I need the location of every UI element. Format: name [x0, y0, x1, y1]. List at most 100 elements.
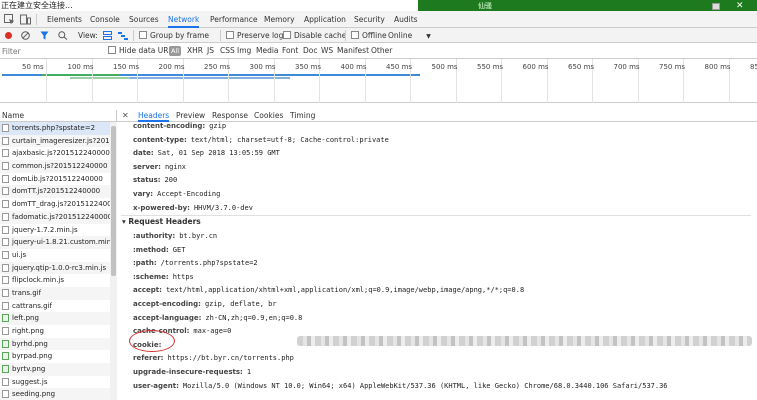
file-icon	[2, 174, 9, 183]
tab-memory[interactable]: Memory	[264, 11, 295, 28]
close-icon[interactable]: ✕	[122, 110, 129, 122]
request-row[interactable]: curtain_imageresizer.js?201512	[0, 134, 110, 148]
header-value: 200	[164, 176, 178, 185]
request-row[interactable]: right.png	[0, 325, 110, 338]
filter-type-doc[interactable]: Doc	[303, 43, 318, 59]
request-row[interactable]: domTT_drag.js?201512240000	[0, 198, 110, 211]
request-row[interactable]: domTT.js?201512240000	[0, 185, 110, 199]
request-name: byrpad.png	[12, 352, 53, 361]
request-row[interactable]: left.png	[0, 312, 110, 325]
request-row[interactable]: byrpad.png	[0, 350, 110, 363]
tab-security[interactable]: Security	[354, 11, 385, 28]
filter-type-font[interactable]: Font	[282, 43, 298, 59]
large-rows-icon[interactable]	[103, 31, 112, 40]
tab-console[interactable]: Console	[90, 11, 120, 28]
request-name: seeding.png	[12, 390, 56, 399]
filter-type-xhr[interactable]: XHR	[187, 43, 203, 59]
request-headers-section-toggle[interactable]: ▾ Request Headers	[122, 217, 201, 226]
image-file-icon	[2, 352, 9, 361]
request-row[interactable]: suggest.js	[0, 376, 110, 389]
tab-timing[interactable]: Timing	[290, 110, 315, 122]
request-row[interactable]: ui.js	[0, 249, 110, 262]
tab-performance[interactable]: Performance	[210, 11, 258, 28]
request-row[interactable]: torrents.php?spstate=2	[0, 122, 110, 135]
timeline-bar	[130, 77, 290, 79]
tab-network[interactable]: Network	[168, 11, 200, 28]
inspect-element-icon[interactable]	[4, 14, 15, 25]
record-icon[interactable]	[5, 32, 12, 39]
filter-icon[interactable]	[40, 31, 49, 40]
request-name: torrents.php?spstate=2	[12, 124, 96, 132]
file-icon	[2, 263, 9, 272]
request-row[interactable]: trans.gif	[0, 286, 110, 300]
request-name: cattrans.gif	[12, 301, 52, 310]
tab-sources[interactable]: Sources	[129, 11, 159, 28]
filter-input[interactable]	[2, 45, 98, 57]
request-name: trans.gif	[12, 288, 42, 297]
header-value: Sat, 01 Sep 2018 13:05:59 GMT	[157, 149, 280, 158]
file-icon	[2, 327, 9, 335]
timeline-tick-label: 200 ms	[158, 63, 185, 71]
disable-cache-checkbox[interactable]: Disable cache	[283, 28, 346, 43]
image-file-icon	[2, 339, 9, 348]
request-row[interactable]: jquery-ui-1.8.21.custom.min.js	[0, 236, 110, 249]
image-icon	[712, 3, 720, 10]
timeline-overview[interactable]: 50 ms 100 ms 150 ms 200 ms 250 ms 300 ms 350 m…	[0, 59, 757, 103]
scrollbar-thumb[interactable]	[111, 126, 116, 276]
request-row[interactable]: ajaxbasic.js?201512240000	[0, 147, 110, 160]
request-row[interactable]: byrtv.png	[0, 363, 110, 376]
filter-type-all[interactable]: All	[169, 46, 181, 56]
status-bar: 正在建立安全连接... 仙骚 ✕	[0, 0, 757, 12]
request-row[interactable]: jquery-1.7.2.min.js	[0, 224, 110, 237]
timeline-tick-label: 650 ms	[568, 63, 595, 71]
tab-elements[interactable]: Elements	[47, 11, 82, 28]
request-row[interactable]: flipclock.min.js	[0, 274, 110, 287]
group-by-frame-checkbox[interactable]: Group by frame	[139, 28, 209, 43]
device-toolbar-icon[interactable]	[20, 14, 31, 25]
request-name: byrhd.png	[12, 339, 48, 348]
filter-type-manifest[interactable]: Manifest	[337, 43, 369, 59]
tab-application[interactable]: Application	[304, 11, 346, 28]
header-value: https://bt.byr.cn/torrents.php	[167, 354, 294, 363]
file-icon	[2, 124, 9, 132]
header-line: accept: text/html,application/xhtml+xml,a…	[133, 286, 524, 294]
filter-type-ws[interactable]: WS	[321, 43, 333, 59]
filter-bar: Hide data URLs All XHR JS CSS Img Media …	[0, 43, 757, 59]
offline-label: Offline	[362, 31, 387, 40]
header-key: :path:	[133, 259, 157, 268]
request-row[interactable]: cattrans.gif	[0, 300, 110, 313]
filter-type-js[interactable]: JS	[207, 43, 214, 59]
filter-type-img[interactable]: Img	[237, 43, 251, 59]
view-label: View:	[78, 31, 98, 40]
tab-audits[interactable]: Audits	[394, 11, 418, 28]
request-row[interactable]: jquery.qtip-1.0.0-rc3.min.js	[0, 261, 110, 275]
offline-checkbox[interactable]: Offline	[351, 28, 387, 43]
header-key: user-agent:	[133, 381, 179, 390]
preserve-log-checkbox[interactable]: Preserve log	[226, 28, 283, 43]
timeline-tick-label: 100 ms	[67, 63, 94, 71]
file-icon	[2, 200, 9, 209]
request-row[interactable]: common.js?201512240000	[0, 160, 110, 173]
header-line: referer: https://bt.byr.cn/torrents.php	[133, 354, 294, 362]
hide-data-urls-checkbox[interactable]: Hide data URLs	[108, 43, 177, 59]
waterfall-icon[interactable]	[118, 31, 128, 40]
request-row[interactable]: seeding.png	[0, 388, 110, 400]
request-row[interactable]: domLib.js?201512240000	[0, 173, 110, 186]
column-header-name[interactable]: Name	[0, 110, 117, 122]
search-icon[interactable]	[58, 31, 68, 40]
request-name: common.js?201512240000	[12, 162, 108, 171]
tab-headers[interactable]: Headers	[138, 110, 170, 122]
header-line: status: 200	[133, 176, 177, 184]
request-row[interactable]: byrhd.png	[0, 337, 110, 351]
clear-icon[interactable]	[21, 31, 30, 40]
tab-response[interactable]: Response	[212, 110, 248, 122]
filter-type-other[interactable]: Other	[371, 43, 392, 59]
request-row[interactable]: fadomatic.js?201512240000	[0, 210, 110, 224]
group-by-frame-label: Group by frame	[150, 31, 210, 40]
tab-preview[interactable]: Preview	[176, 110, 205, 122]
scrollbar[interactable]	[110, 122, 117, 400]
filter-type-css[interactable]: CSS	[220, 43, 235, 59]
throttle-select[interactable]: Online ▼	[388, 28, 431, 43]
filter-type-media[interactable]: Media	[256, 43, 279, 59]
tab-cookies[interactable]: Cookies	[254, 110, 283, 122]
